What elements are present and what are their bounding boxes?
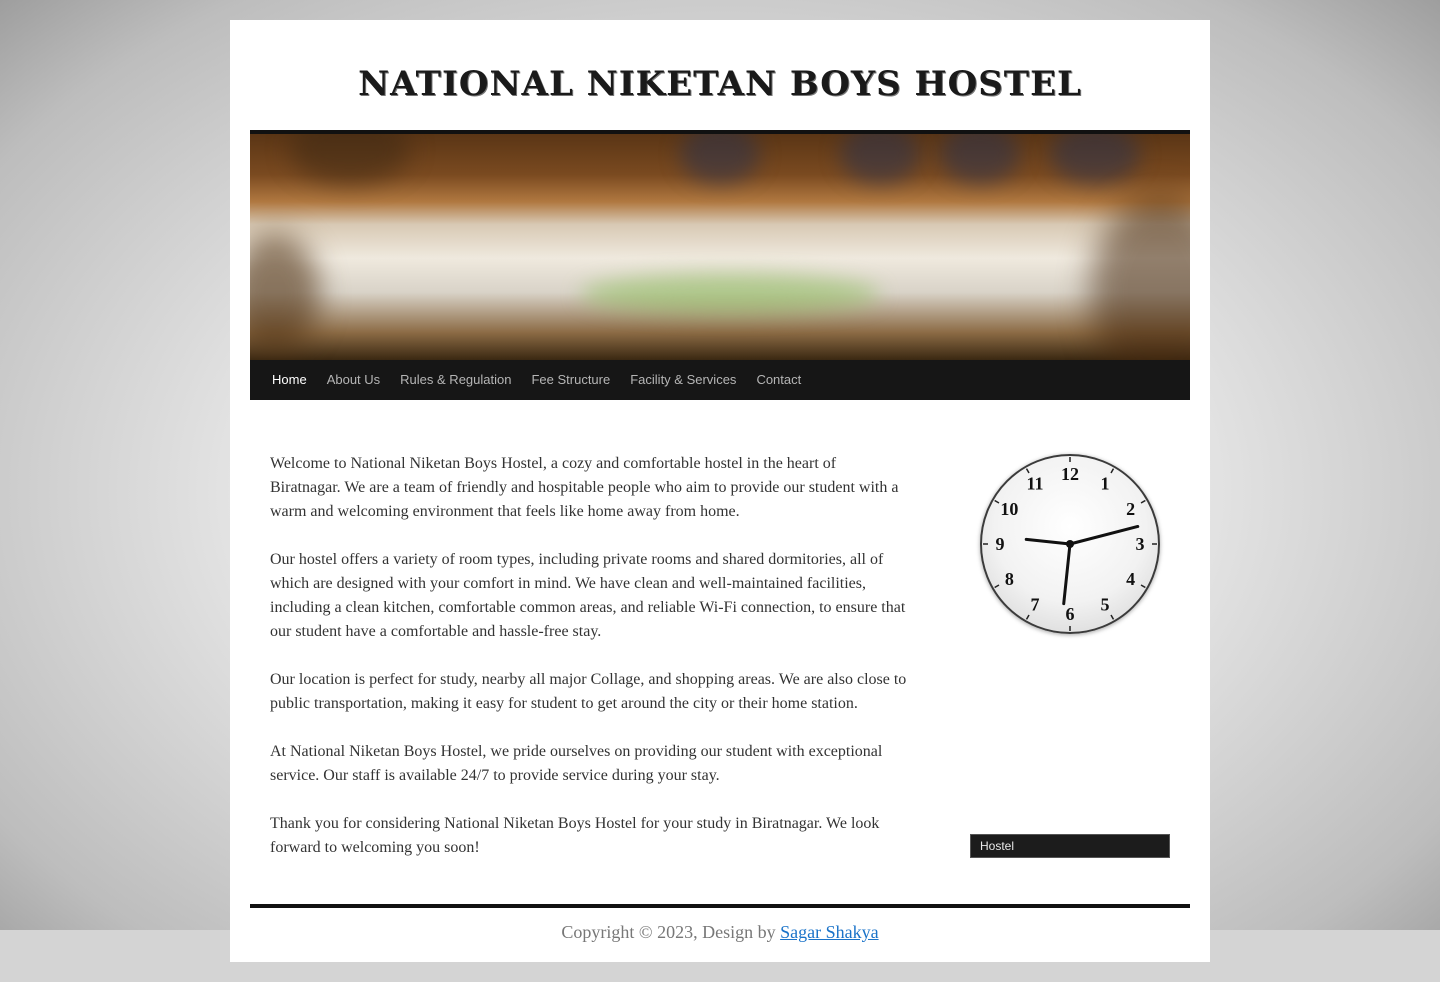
- rooms-paragraph: Our hostel offers a variety of room type…: [270, 551, 906, 640]
- clock-numeral: 12: [1061, 464, 1079, 484]
- nav-facility-services[interactable]: Facility & Services: [620, 360, 746, 400]
- clock-tick: [994, 584, 1000, 589]
- main-content: Welcome to National Niketan Boys Hostel,…: [270, 452, 910, 884]
- nav-rules-regulation[interactable]: Rules & Regulation: [390, 360, 521, 400]
- clock-numeral: 6: [1066, 604, 1075, 624]
- nav-contact[interactable]: Contact: [746, 360, 811, 400]
- clock-numeral: 9: [996, 534, 1005, 554]
- footer: Copyright © 2023, Design by Sagar Shakya: [230, 922, 1210, 943]
- clock-tick: [1025, 468, 1030, 474]
- clock-tick: [994, 499, 1000, 504]
- copyright-text: Copyright © 2023, Design by: [561, 922, 776, 942]
- clock-center-pin: [1066, 540, 1074, 548]
- hero-banner-image: [250, 134, 1190, 360]
- site-title: NATIONAL NIKETAN BOYS HOSTEL: [358, 64, 1082, 104]
- clock-numeral: 5: [1101, 595, 1110, 615]
- page-container: NATIONAL NIKETAN BOYS HOSTEL Home About …: [230, 20, 1210, 962]
- clock-numeral: 7: [1031, 595, 1040, 615]
- service-paragraph: At National Niketan Boys Hostel, we prid…: [270, 743, 883, 784]
- clock-numeral: 11: [1026, 473, 1043, 493]
- clock-hour-hand: [1068, 524, 1140, 546]
- clock-numeral: 3: [1136, 534, 1145, 554]
- clock-minute-hand: [1062, 542, 1072, 606]
- nav-about-us[interactable]: About Us: [317, 360, 390, 400]
- clock-numeral: 8: [1005, 569, 1014, 589]
- clock-tick: [1025, 614, 1030, 620]
- clock-face: 12 1234567891011: [983, 457, 1157, 631]
- welcome-paragraph: Welcome to National Niketan Boys Hostel,…: [270, 455, 899, 520]
- analog-clock-widget: 12 1 2 3 4 5 6 7 8 9 10 11: [980, 454, 1160, 634]
- footer-divider: [250, 904, 1190, 908]
- clock-tick: [1140, 584, 1146, 589]
- main-navigation: Home About Us Rules & Regulation Fee Str…: [250, 360, 1190, 400]
- clock-numeral: 2: [1126, 499, 1135, 519]
- clock-tick: [1140, 499, 1146, 504]
- clock-tick: [1110, 468, 1115, 474]
- location-paragraph: Our location is perfect for study, nearb…: [270, 671, 907, 712]
- clock-numeral: 1: [1101, 473, 1110, 493]
- clock-numeral: 4: [1126, 569, 1135, 589]
- nav-home[interactable]: Home: [262, 360, 317, 400]
- author-link[interactable]: Sagar Shakya: [780, 922, 878, 942]
- clock-second-hand: [1024, 537, 1072, 546]
- clock-tick: [1110, 614, 1115, 620]
- thanks-paragraph: Thank you for considering National Niket…: [270, 815, 880, 856]
- clock-numeral: 10: [1000, 499, 1018, 519]
- nav-fee-structure[interactable]: Fee Structure: [521, 360, 620, 400]
- sidebar-hostel-widget[interactable]: Hostel: [970, 834, 1170, 858]
